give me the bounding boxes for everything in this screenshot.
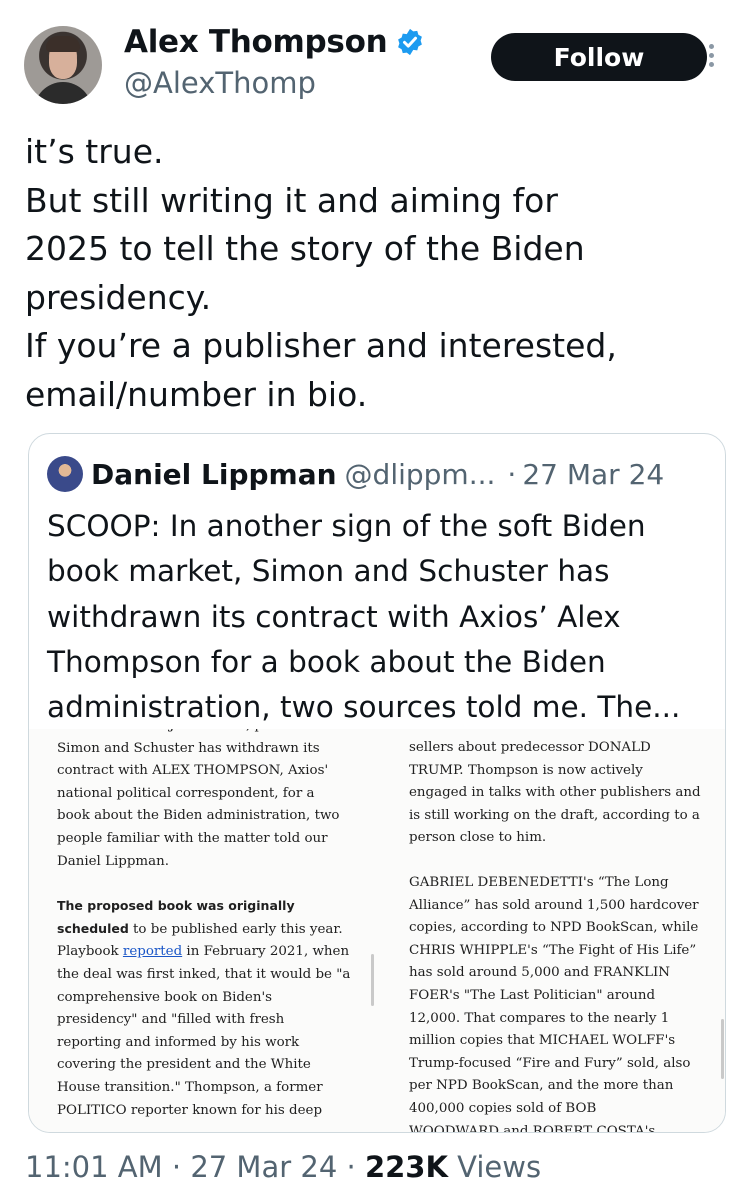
- tweet-line: 2025 to tell the story of the Biden: [25, 229, 585, 268]
- tweet-line: presidency.: [25, 277, 212, 317]
- views-label: Views: [447, 1150, 542, 1184]
- quoted-line: Thompson for a book about the Biden: [47, 644, 606, 679]
- article-line: Trump-focused “Fire and Fury” sold, also: [409, 1055, 691, 1071]
- author-handle[interactable]: @AlexThomp: [124, 66, 316, 100]
- quoted-date: 27 Mar 24: [522, 457, 665, 491]
- article-left-scrollbar: [371, 954, 374, 1006]
- tweet-metadata: 11:01 AM · 27 Mar 24 · 223K Views: [25, 1150, 541, 1184]
- tweet-line: If you’re a publisher and interested,: [25, 326, 617, 365]
- author-avatar[interactable]: [24, 26, 102, 104]
- quoted-line: withdrawn its contract with Axios’ Alex: [47, 599, 621, 634]
- views-count[interactable]: 223K: [365, 1150, 448, 1184]
- quoted-tweet-text: SCOOP: In another sign of the soft Biden…: [47, 504, 717, 730]
- article-right-scrollbar: [721, 1019, 724, 1079]
- verified-badge-icon: [398, 28, 423, 56]
- quoted-line: book market, Simon and Schuster has: [47, 554, 610, 589]
- article-line: House transition." Thompson, a former: [57, 1079, 323, 1095]
- article-bold-word: scheduled: [57, 920, 129, 936]
- article-line: reporting and informed by his work: [57, 1034, 300, 1050]
- tweet-date[interactable]: 27 Mar 24: [190, 1150, 337, 1184]
- article-line: 12,000. That compares to the nearly 1: [409, 1010, 670, 1026]
- follow-button[interactable]: Follow: [491, 33, 707, 81]
- article-line: about President JOE BIDEN, publisher: [57, 729, 367, 738]
- article-line: FOER's "The Last Politician" around: [409, 987, 656, 1003]
- article-line: has sold around 5,000 and FRANKLIN: [409, 965, 670, 981]
- author-name[interactable]: Alex Thompson: [124, 24, 388, 60]
- article-left-column: about President JOE BIDEN, publisher Sim…: [57, 729, 367, 1122]
- article-line: million copies that MICHAEL WOLFF's: [409, 1033, 676, 1049]
- article-line: contract with ALEX THOMPSON, Axios': [57, 763, 329, 779]
- quoted-line: SCOOP: In another sign of the soft Biden: [47, 509, 646, 543]
- article-line: comprehensive book on Biden's: [57, 989, 273, 1005]
- article-line: engaged in talks with other publishers a…: [409, 785, 701, 801]
- quoted-author-avatar: [47, 456, 83, 492]
- quoted-author-handle: @dlippm...: [344, 457, 496, 491]
- avatar-hair: [46, 36, 80, 52]
- article-line: 400,000 copies sold of BOB: [409, 1100, 597, 1116]
- article-line: Playbook reported in February 2021, when: [57, 941, 367, 964]
- article-line: national political correspondent, for a: [57, 785, 315, 801]
- article-link-reported[interactable]: reported: [123, 944, 182, 959]
- article-line: person close to him.: [409, 830, 547, 846]
- article-line: covering the president and the White: [57, 1057, 311, 1073]
- author-name-row[interactable]: Alex Thompson: [124, 24, 425, 60]
- article-line: TRUMP. Thompson is now actively: [409, 762, 643, 778]
- article-line: scheduled to be published early this yea…: [57, 918, 367, 942]
- article-line: copies, according to NPD BookScan, while: [409, 920, 699, 936]
- article-line: Simon and Schuster has withdrawn its: [57, 740, 320, 756]
- article-link-post: in February 2021, when: [182, 944, 350, 960]
- article-line: per NPD BookScan, and the more than: [409, 1078, 674, 1094]
- separator-dot: ·: [162, 1150, 191, 1184]
- quoted-tweet-header: Daniel Lippman @dlippm... · 27 Mar 24: [47, 452, 717, 496]
- quoted-line: administration, two sources told me. The…: [47, 690, 681, 725]
- article-screenshot-image[interactable]: about President JOE BIDEN, publisher Sim…: [29, 729, 725, 1133]
- separator-dot: ·: [337, 1150, 365, 1184]
- article-line: sellers about predecessor DONALD: [409, 740, 651, 755]
- tweet-line: But still writing it and aiming for: [25, 180, 558, 220]
- article-line: CHRIS WHIPPLE's “The Fight of His Life”: [409, 942, 697, 958]
- tweet-line: email/number in bio.: [25, 374, 368, 414]
- article-line: the deal was first inked, that it would …: [57, 966, 351, 982]
- article-line: WOODWARD and ROBERT COSTA's: [409, 1123, 656, 1133]
- tweet-time[interactable]: 11:01 AM: [25, 1150, 163, 1184]
- avatar-shirt: [34, 82, 92, 104]
- article-line: GABRIEL DEBENEDETTI's “The Long: [409, 874, 669, 890]
- article-right-column: sellers about predecessor DONALD TRUMP. …: [409, 737, 719, 1133]
- tweet-header: Alex Thompson @AlexThomp Follow: [0, 0, 749, 120]
- article-line: is still working on the draft, according…: [409, 807, 700, 823]
- article-line-rest: to be published early this year.: [128, 921, 343, 937]
- separator-dot: ·: [507, 457, 517, 491]
- more-options-icon[interactable]: [704, 40, 718, 76]
- article-line: book about the Biden administration, two: [57, 808, 340, 824]
- quoted-author-name: Daniel Lippman: [91, 457, 337, 491]
- article-line: POLITICO reporter known for his deep: [57, 1102, 323, 1118]
- article-line: people familiar with the matter told our: [57, 830, 328, 846]
- tweet-text: it’s true. But still writing it and aimi…: [25, 128, 725, 419]
- article-line: Daniel Lippman.: [57, 853, 169, 869]
- article-line: Alliance” has sold around 1,500 hardcove…: [409, 897, 699, 913]
- article-line: presidency" and "filled with fresh: [57, 1012, 285, 1028]
- tweet-line: it’s true.: [25, 132, 164, 171]
- quoted-tweet-card[interactable]: Daniel Lippman @dlippm... · 27 Mar 24 SC…: [28, 433, 726, 1133]
- article-bold-line: The proposed book was originally: [57, 898, 295, 914]
- article-link-pre: Playbook: [57, 944, 123, 960]
